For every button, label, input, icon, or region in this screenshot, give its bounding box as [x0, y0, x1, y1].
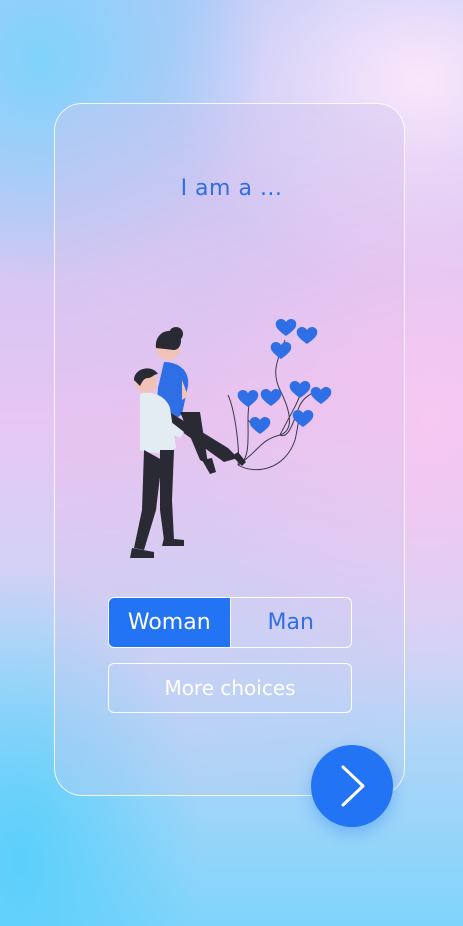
chevron-right-icon — [341, 765, 365, 807]
woman-option-button[interactable]: Woman — [109, 598, 230, 647]
page-title: I am a ... — [180, 176, 283, 201]
more-choices-button[interactable]: More choices — [108, 663, 352, 713]
heart-balloons — [237, 319, 332, 434]
couple-illustration — [130, 319, 332, 558]
next-button[interactable] — [311, 745, 393, 827]
man-option-button[interactable]: Man — [229, 598, 352, 647]
gender-toggle: Woman Man — [108, 597, 352, 648]
